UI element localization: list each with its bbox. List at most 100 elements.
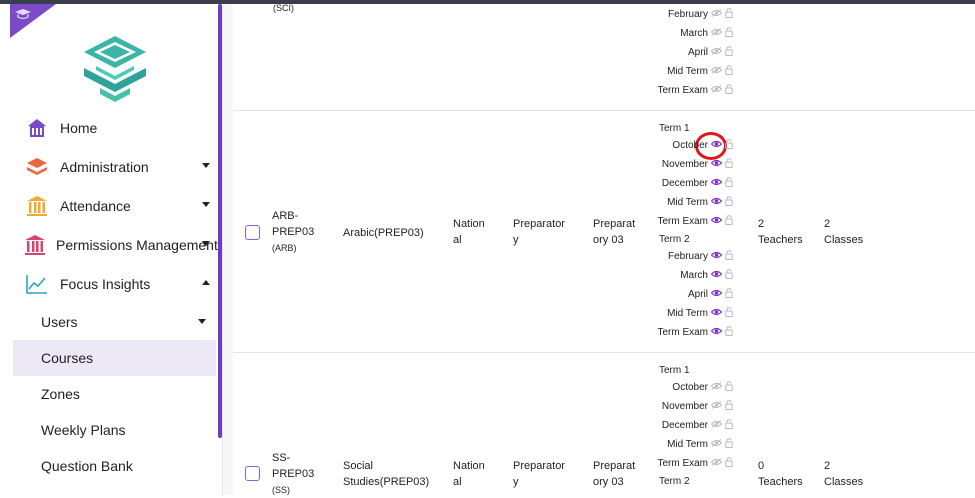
lock-icon[interactable] — [722, 438, 733, 451]
chevron-down-icon — [202, 163, 210, 168]
lock-icon[interactable] — [722, 215, 733, 228]
course-grade: Preparat ory 03 — [593, 216, 635, 248]
nav-home-label: Home — [60, 120, 98, 136]
eye-off-icon[interactable] — [708, 9, 722, 20]
eye-off-icon[interactable] — [708, 66, 722, 77]
term-period-name: Term 2 — [659, 476, 690, 487]
teachers-count[interactable]: 0 Teachers — [758, 458, 803, 490]
eye-icon[interactable] — [708, 216, 722, 227]
eye-icon[interactable] — [708, 289, 722, 300]
lock-icon[interactable] — [722, 419, 733, 432]
term-period: February — [668, 8, 733, 21]
nav-permissions[interactable]: Permissions Management — [12, 227, 218, 263]
classes-number: 2 — [824, 460, 831, 472]
course-code-line: PREP03 — [272, 226, 315, 238]
term-period-name: March — [680, 270, 708, 281]
nav-permissions-label: Permissions Management — [56, 237, 218, 253]
sidebar-scrollbar[interactable] — [218, 4, 222, 438]
eye-off-icon[interactable] — [708, 401, 722, 412]
sub-item-courses[interactable]: Courses — [13, 340, 216, 376]
eye-off-icon[interactable] — [708, 439, 722, 450]
term-label: Term 2 — [659, 234, 690, 245]
term-period: February — [668, 250, 733, 263]
sub-item-weekly-plans[interactable]: Weekly Plans — [13, 412, 216, 448]
lock-icon[interactable] — [722, 177, 733, 190]
sub-item-users[interactable]: Users — [13, 304, 216, 340]
lock-icon[interactable] — [722, 46, 733, 59]
lock-icon[interactable] — [722, 8, 733, 21]
lock-icon[interactable] — [722, 158, 733, 171]
term-period: Term Exam — [657, 215, 733, 228]
lock-icon[interactable] — [722, 288, 733, 301]
lock-icon[interactable] — [722, 269, 733, 282]
sub-item-zones-label: Zones — [41, 386, 80, 402]
eye-off-icon[interactable] — [708, 28, 722, 39]
lock-icon[interactable] — [722, 196, 733, 209]
term-period-name: November — [661, 401, 708, 412]
lock-icon[interactable] — [722, 65, 733, 78]
chevron-down-icon — [198, 319, 206, 324]
teachers-label: Teachers — [758, 476, 803, 488]
nav-administration[interactable]: Administration — [12, 149, 216, 185]
nav-home[interactable]: Home — [12, 110, 216, 146]
sub-item-question-bank-label: Question Bank — [41, 458, 133, 474]
term-period: October — [672, 139, 733, 152]
row-divider — [233, 110, 975, 111]
course-grade-line: ory 03 — [593, 234, 624, 246]
term-period-name: Term Exam — [657, 85, 708, 96]
course-stage-line: Preparator — [513, 460, 565, 472]
term-label: Term 1 — [659, 123, 690, 134]
lock-icon[interactable] — [722, 307, 733, 320]
term-period-name: Term Exam — [657, 216, 708, 227]
term-period: Term Exam — [657, 326, 733, 339]
eye-icon[interactable] — [708, 327, 722, 338]
row-checkbox[interactable] — [245, 225, 260, 240]
course-type-line: Nation — [453, 460, 485, 472]
page: Home Administration Attendance Permissio… — [0, 3, 975, 495]
eye-icon[interactable] — [708, 178, 722, 189]
eye-icon[interactable] — [708, 140, 722, 151]
lock-icon[interactable] — [722, 326, 733, 339]
eye-icon[interactable] — [708, 270, 722, 281]
lock-icon[interactable] — [722, 250, 733, 263]
lock-icon[interactable] — [722, 400, 733, 413]
course-type-line: Nation — [453, 218, 485, 230]
term-period: April — [688, 288, 733, 301]
eye-off-icon[interactable] — [708, 458, 722, 469]
eye-icon[interactable] — [708, 251, 722, 262]
term-period-name: Mid Term — [667, 197, 708, 208]
term-period: Mid Term — [667, 307, 733, 320]
classes-label: Classes — [824, 476, 864, 488]
term-period-name: February — [667, 251, 708, 262]
course-grade-line: Preparat — [593, 460, 636, 472]
lock-icon[interactable] — [722, 457, 733, 470]
eye-icon[interactable] — [708, 308, 722, 319]
classes-count[interactable]: 2 Classes — [824, 458, 863, 490]
nav-attendance[interactable]: Attendance — [12, 188, 216, 224]
sub-item-question-bank[interactable]: Question Bank — [13, 448, 216, 484]
lock-icon[interactable] — [722, 139, 733, 152]
term-period: November — [662, 158, 733, 171]
eye-icon[interactable] — [708, 197, 722, 208]
term-period-name: April — [687, 47, 708, 58]
classes-count[interactable]: 2 Classes — [824, 216, 863, 248]
eye-off-icon[interactable] — [708, 382, 722, 393]
row-checkbox[interactable] — [245, 466, 260, 481]
sub-item-zones[interactable]: Zones — [13, 376, 216, 412]
teachers-count[interactable]: 2 Teachers — [758, 216, 803, 248]
lock-icon[interactable] — [722, 27, 733, 40]
eye-icon[interactable] — [708, 159, 722, 170]
nav-focus-insights[interactable]: Focus Insights — [12, 266, 216, 302]
term-period: March — [680, 269, 733, 282]
course-type-line: al — [453, 476, 462, 488]
eye-off-icon[interactable] — [708, 420, 722, 431]
eye-off-icon[interactable] — [708, 85, 722, 96]
sidebar: Home Administration Attendance Permissio… — [0, 4, 223, 495]
lock-icon[interactable] — [722, 84, 733, 97]
term-period: October — [672, 381, 733, 394]
sub-item-users-label: Users — [41, 314, 78, 330]
columns-icon — [24, 194, 50, 218]
home-icon — [24, 116, 50, 140]
eye-off-icon[interactable] — [708, 47, 722, 58]
lock-icon[interactable] — [722, 381, 733, 394]
